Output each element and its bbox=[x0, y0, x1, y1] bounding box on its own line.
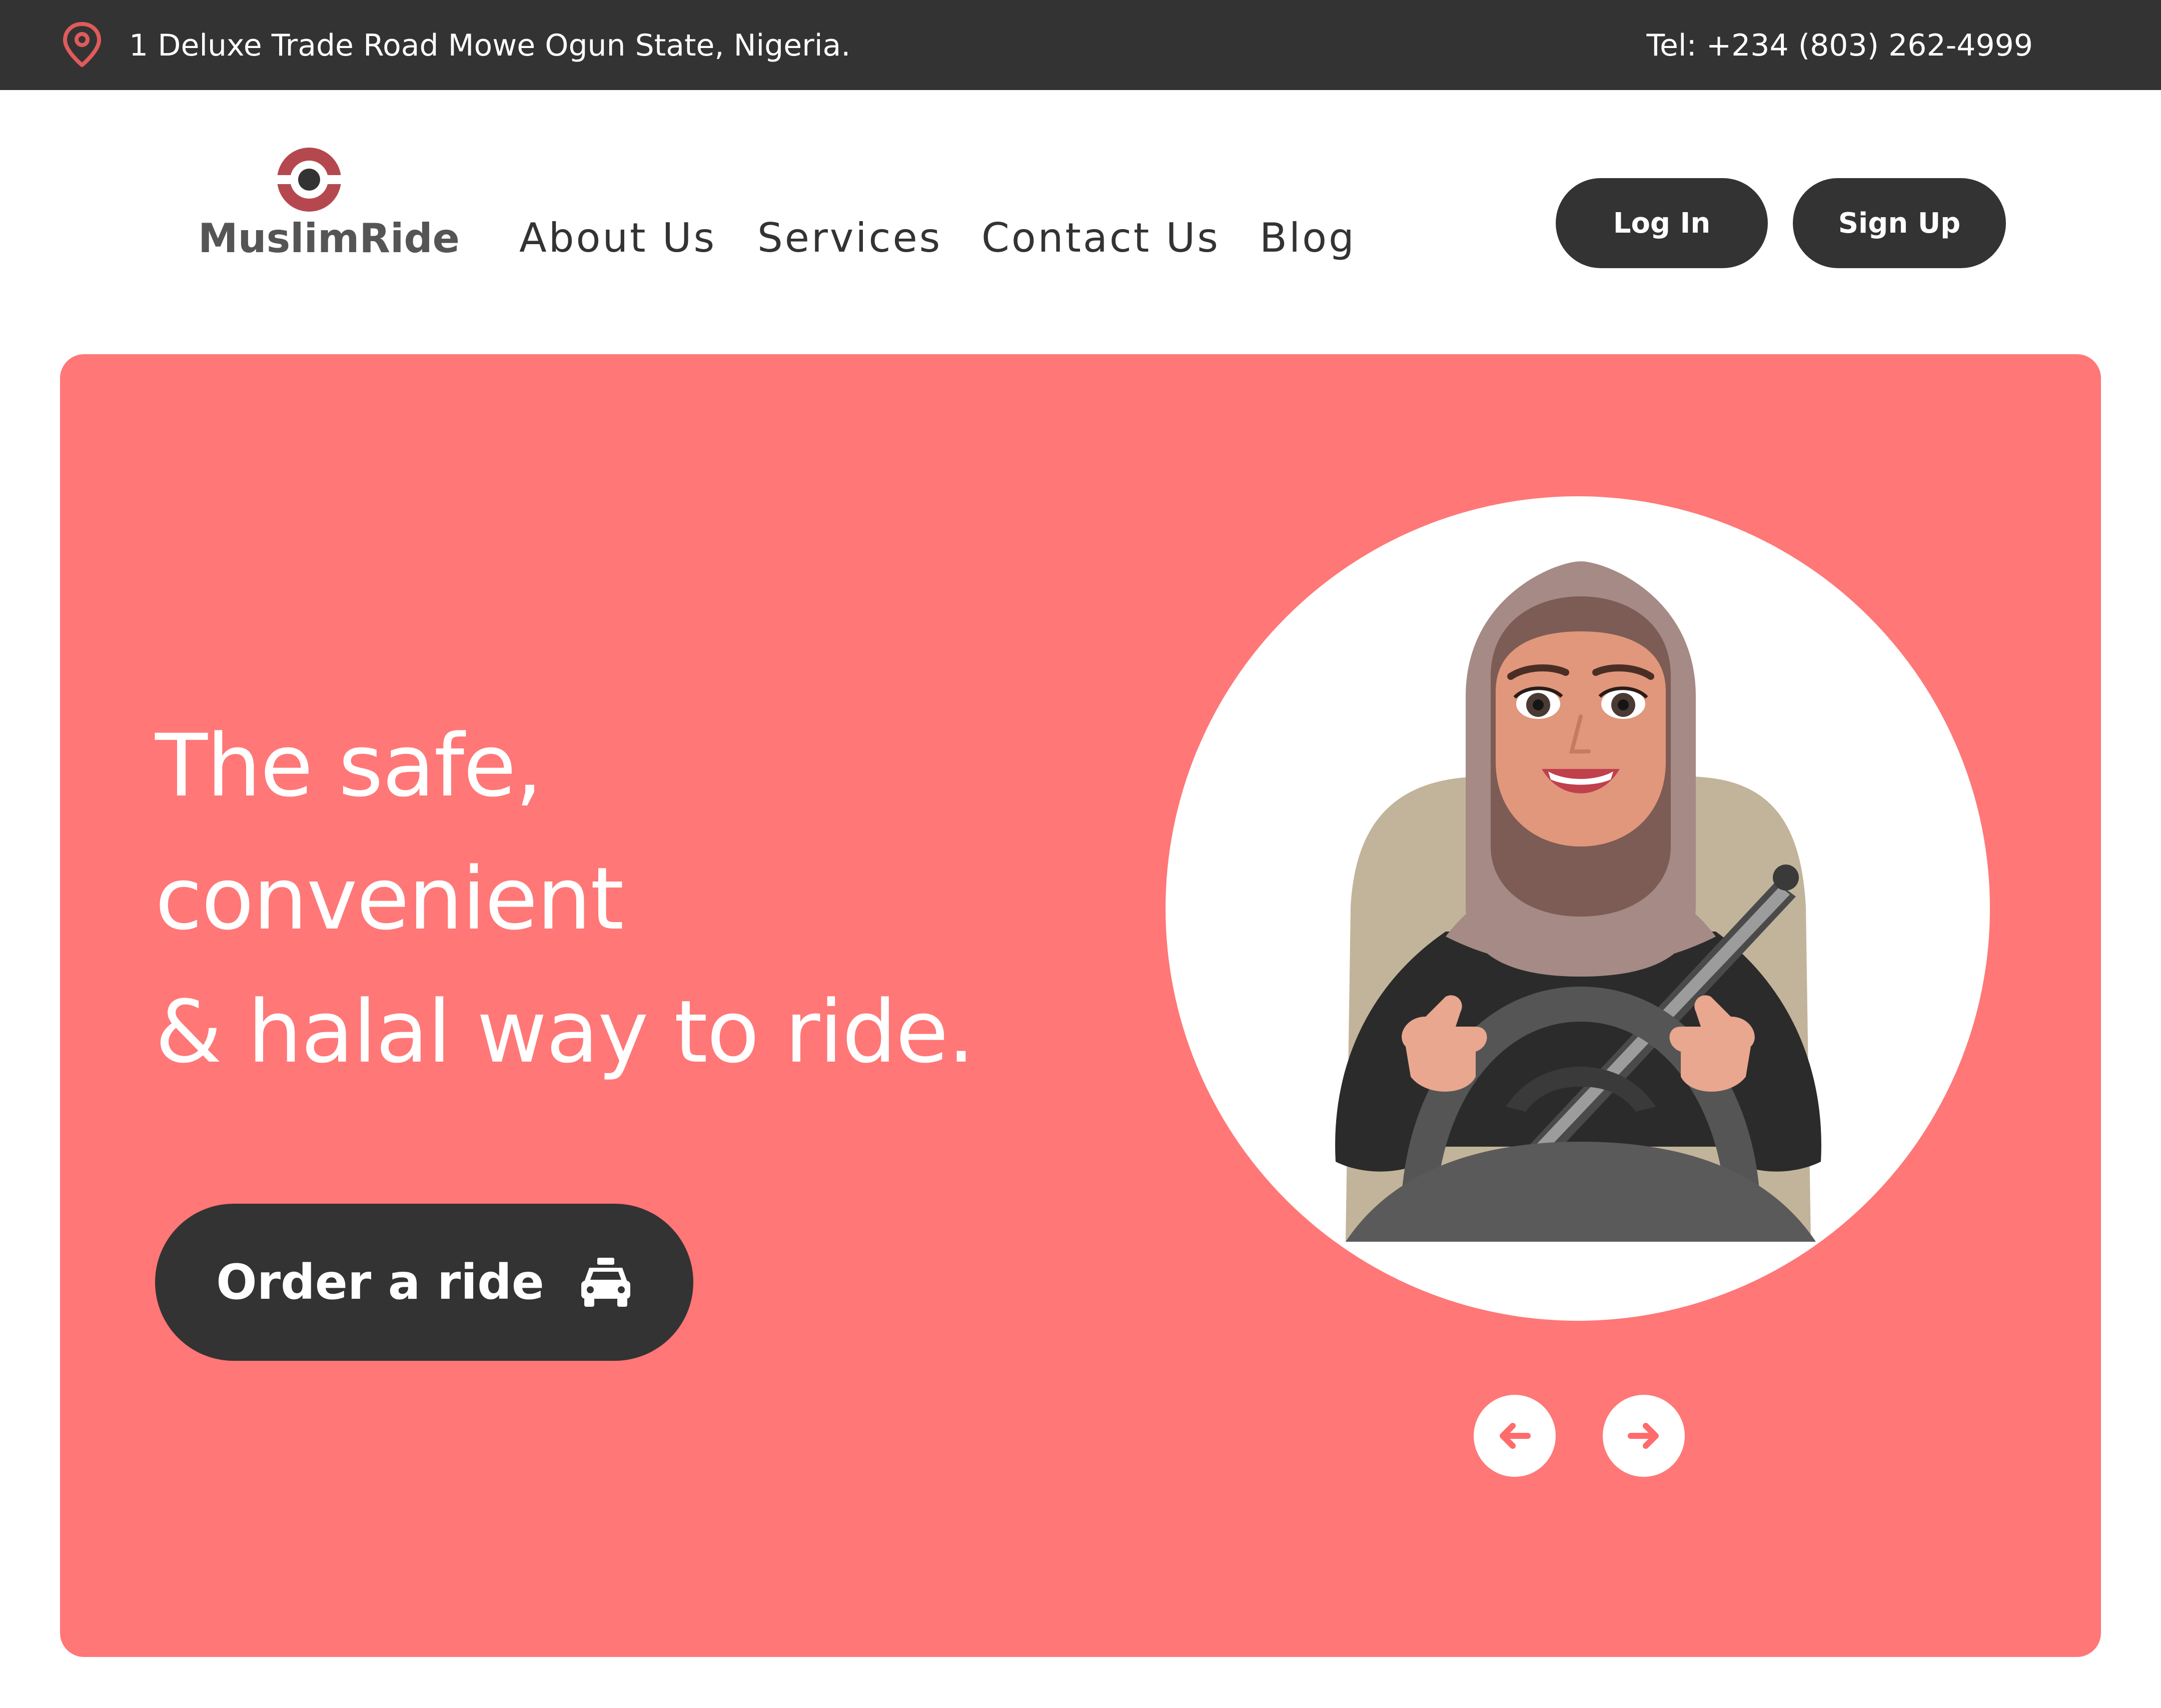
woman-in-hijab-driving-illustration bbox=[1335, 561, 1821, 1242]
nav-services[interactable]: Services bbox=[757, 212, 942, 264]
carousel-prev-button[interactable] bbox=[1474, 1395, 1556, 1477]
target-eye-icon bbox=[276, 148, 343, 212]
nav-about-us[interactable]: About Us bbox=[519, 212, 716, 264]
login-button[interactable]: Log In bbox=[1556, 178, 1768, 268]
map-pin-icon bbox=[63, 22, 101, 67]
nav-blog[interactable]: Blog bbox=[1260, 212, 1356, 264]
nav-contact-us[interactable]: Contact Us bbox=[981, 212, 1220, 264]
hero-headline: The safe, convenient & halal way to ride… bbox=[155, 699, 975, 1099]
signup-button[interactable]: Sign Up bbox=[1793, 178, 2006, 268]
hero-illustration bbox=[1166, 496, 1990, 1321]
top-info-bar: 1 Deluxe Trade Road Mowe Ogun State, Nig… bbox=[0, 0, 2161, 90]
brand-name: MuslimRide bbox=[198, 215, 460, 262]
arrow-left-icon bbox=[1500, 1423, 1531, 1449]
headline-line-3: & halal way to ride. bbox=[155, 982, 975, 1082]
headline-line-1: The safe, bbox=[155, 715, 543, 816]
order-ride-label: Order a ride bbox=[216, 1254, 544, 1310]
order-ride-button[interactable]: Order a ride bbox=[155, 1204, 693, 1361]
address-text: 1 Deluxe Trade Road Mowe Ogun State, Nig… bbox=[129, 28, 851, 63]
carousel-next-button[interactable] bbox=[1603, 1395, 1685, 1477]
taxi-icon bbox=[581, 1258, 630, 1307]
hero-banner: The safe, convenient & halal way to ride… bbox=[60, 354, 2101, 1657]
headline-line-2: convenient bbox=[155, 848, 624, 949]
arrow-right-icon bbox=[1628, 1423, 1659, 1449]
brand-logo[interactable]: MuslimRide bbox=[198, 146, 460, 262]
phone-text[interactable]: Tel: +234 (803) 262-4999 bbox=[1647, 28, 2033, 63]
